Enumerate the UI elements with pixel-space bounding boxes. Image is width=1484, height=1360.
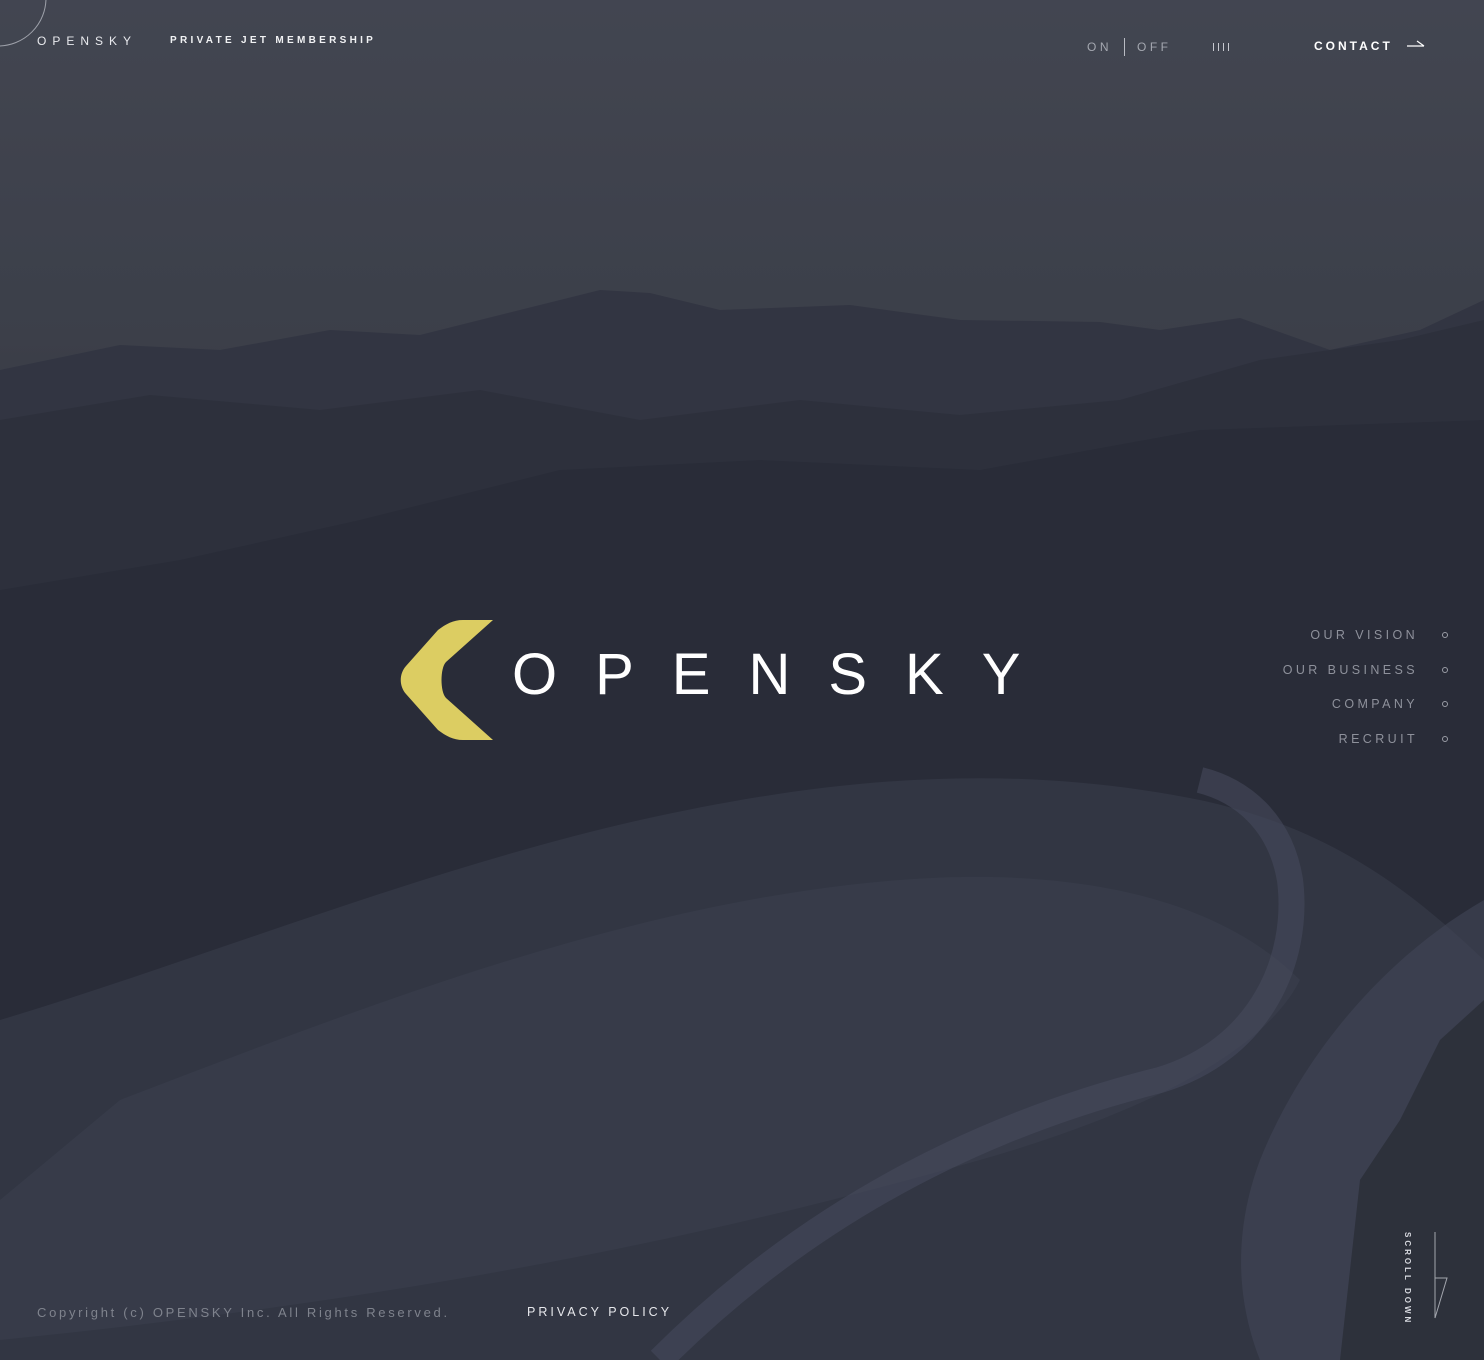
side-nav-item-our-vision[interactable]: OUR VISION — [1188, 618, 1448, 653]
nav-dot-icon — [1442, 632, 1448, 639]
arrow-right-icon — [1406, 37, 1425, 55]
scroll-arrow-icon — [1434, 1232, 1448, 1319]
side-nav: OUR VISION OUR BUSINESS COMPANY RECRUIT — [1188, 618, 1448, 756]
side-nav-item-company[interactable]: COMPANY — [1188, 687, 1448, 722]
sound-bars-icon[interactable] — [1213, 43, 1229, 51]
nav-dot-icon — [1442, 701, 1448, 708]
hero-logotype: OPENSKY — [512, 642, 1059, 707]
nav-dot-icon — [1442, 736, 1448, 743]
side-nav-item-our-business[interactable]: OUR BUSINESS — [1188, 653, 1448, 688]
side-nav-label: RECRUIT — [1338, 732, 1418, 747]
side-nav-label: COMPANY — [1331, 697, 1418, 712]
nav-dot-icon — [1442, 666, 1448, 673]
sound-on-button[interactable]: ON — [1087, 40, 1112, 54]
sound-divider — [1124, 38, 1125, 56]
contact-label: CONTACT — [1314, 39, 1393, 53]
copyright-text: Copyright (c) OPENSKY Inc. All Rights Re… — [37, 1305, 450, 1320]
header-tagline: PRIVATE JET MEMBERSHIP — [170, 35, 377, 46]
privacy-policy-link[interactable]: PRIVACY POLICY — [527, 1305, 672, 1319]
sound-toggle[interactable]: ON OFF — [1087, 38, 1172, 56]
side-nav-label: OUR VISION — [1310, 628, 1418, 643]
contact-button[interactable]: CONTACT — [1314, 37, 1425, 55]
scroll-down-label: SCROLL DOWN — [1403, 1232, 1412, 1326]
chevron-logo-icon — [400, 620, 493, 740]
scroll-down-indicator[interactable]: SCROLL DOWN — [1403, 1232, 1453, 1332]
header-brand-link[interactable]: OPENSKY — [37, 34, 137, 48]
side-nav-item-recruit[interactable]: RECRUIT — [1188, 722, 1448, 757]
sound-off-button[interactable]: OFF — [1137, 40, 1172, 54]
side-nav-label: OUR BUSINESS — [1282, 662, 1418, 677]
